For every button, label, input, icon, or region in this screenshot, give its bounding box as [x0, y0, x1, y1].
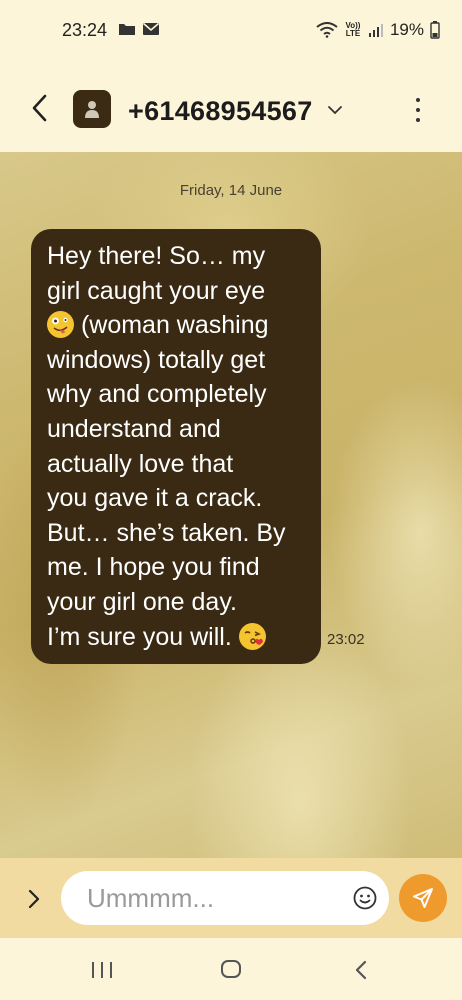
status-time: 23:24: [62, 20, 108, 40]
contact-number[interactable]: +61468954567: [128, 96, 313, 127]
message-line: understand and: [47, 414, 221, 443]
face-blowing-kiss-emoji: [238, 622, 266, 650]
home-icon[interactable]: [221, 960, 241, 978]
more-options-icon: [416, 98, 420, 102]
message-line: (woman washing: [74, 311, 269, 340]
conversation-header: +61468954567: [0, 60, 462, 152]
message-line: girl caught your eye: [47, 276, 266, 305]
message-line: windows) totally get: [47, 345, 266, 374]
message-input[interactable]: [85, 881, 339, 915]
message-line: But… she’s taken. By: [47, 518, 286, 547]
received-message-bubble[interactable]: Hey there! So… my girl caught your eye (…: [31, 229, 321, 665]
mail-icon: [142, 22, 160, 35]
message-input-container[interactable]: [61, 871, 389, 925]
chat-area[interactable]: Friday, 14 June Hey there! So… my girl c…: [0, 152, 462, 858]
contact-avatar[interactable]: [73, 90, 111, 128]
network-indicator: Vo)) LTE: [345, 21, 361, 38]
message-line: Hey there! So… my: [47, 242, 266, 270]
battery-icon: [430, 21, 440, 39]
composer-bar: [0, 858, 462, 938]
wifi-icon: [316, 22, 338, 38]
date-separator: Friday, 14 June: [179, 182, 283, 199]
emoji-icon[interactable]: [353, 886, 377, 910]
message-line: I’m sure you will.: [47, 622, 239, 651]
chevron-right-icon[interactable]: [26, 888, 42, 910]
send-icon: [413, 888, 433, 908]
recent-apps-icon[interactable]: [92, 962, 112, 980]
send-button[interactable]: [399, 874, 447, 922]
message-line: me. I hope you find: [47, 553, 260, 582]
more-options-button[interactable]: [408, 96, 428, 124]
message-timestamp: 23:02: [327, 631, 365, 648]
message-line: actually love that: [47, 449, 234, 478]
message-line: you gave it a crack.: [47, 484, 263, 513]
person-icon: [85, 101, 99, 118]
signal-icon: [368, 24, 383, 37]
folder-icon: [119, 24, 135, 35]
navigation-bar: [0, 938, 462, 1000]
chevron-down-icon[interactable]: [327, 103, 343, 117]
message-line: why and completely: [47, 380, 267, 409]
battery-percent: 19%: [389, 20, 424, 39]
zany-face-emoji: [47, 311, 74, 339]
message-line: your girl one day.: [47, 587, 237, 616]
status-bar: 23:24 Vo)) LTE 19%: [0, 0, 462, 60]
nav-back-icon[interactable]: [354, 960, 368, 980]
back-arrow-icon[interactable]: [28, 93, 52, 123]
